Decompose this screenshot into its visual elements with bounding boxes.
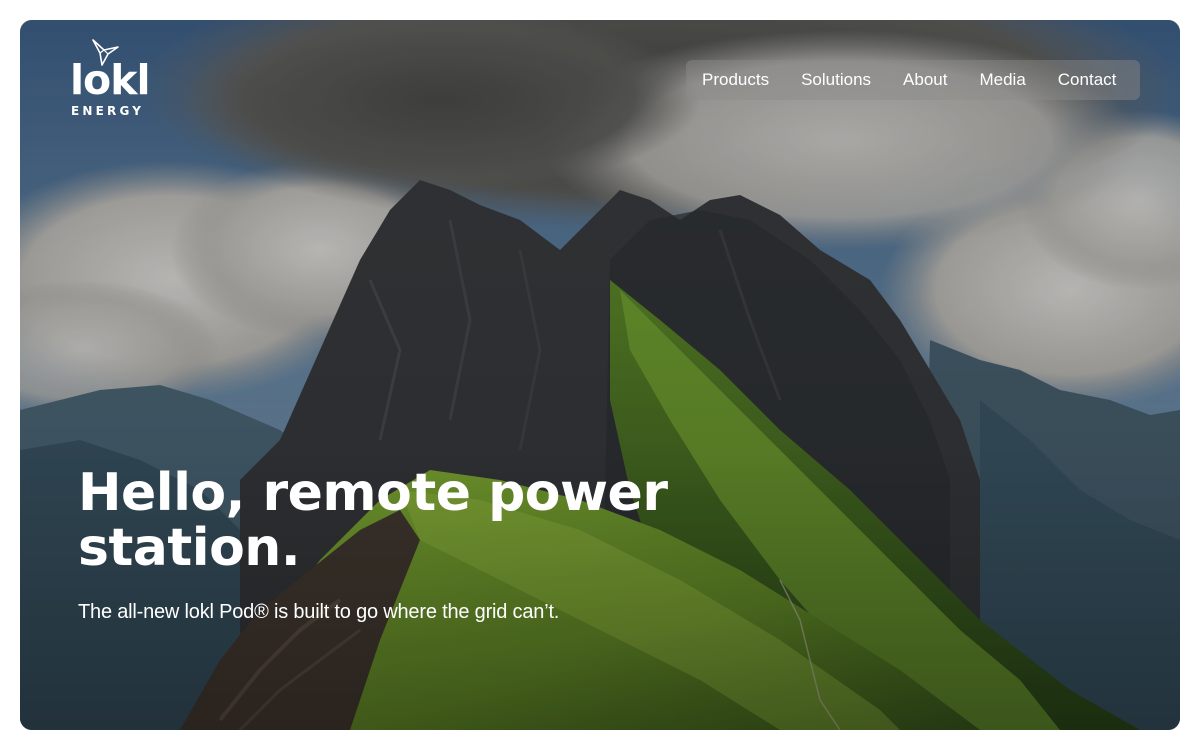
hero-headline: Hello, remote power station. [78, 463, 668, 578]
hero-section: lokl ENERGY Products Solutions About Med… [20, 20, 1180, 730]
nav-item-solutions[interactable]: Solutions [801, 70, 871, 90]
nav-item-about[interactable]: About [903, 70, 947, 90]
brand-logo[interactable]: lokl ENERGY [70, 38, 151, 122]
hero-subtext: The all-new lokl Pod® is built to go whe… [78, 601, 560, 623]
nav-item-contact[interactable]: Contact [1058, 70, 1117, 90]
brand-tagline: ENERGY [71, 104, 145, 118]
main-nav: Products Solutions About Media Contact [686, 60, 1140, 100]
brand-name: lokl [70, 56, 151, 104]
nav-item-media[interactable]: Media [979, 70, 1025, 90]
nav-item-products[interactable]: Products [702, 70, 769, 90]
